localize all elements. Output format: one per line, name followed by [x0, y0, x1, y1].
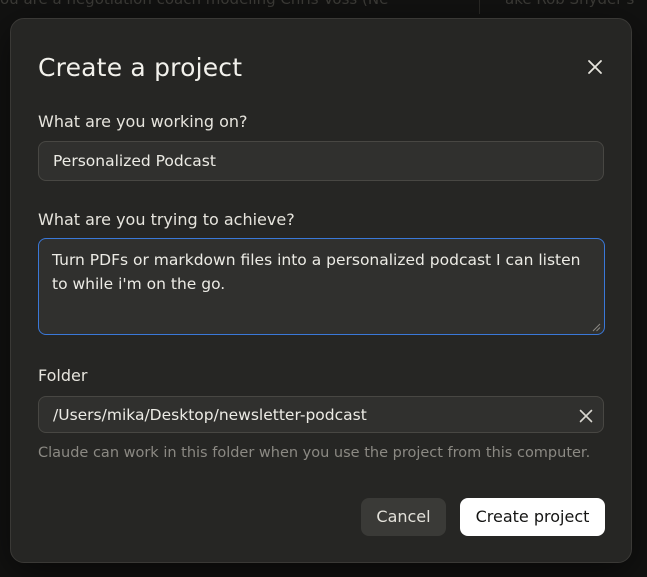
background-text-left: ou are a negotiation coach modeling Chri…	[0, 0, 388, 8]
achieve-textarea[interactable]: Turn PDFs or markdown files into a perso…	[38, 238, 605, 335]
working-on-label: What are you working on?	[38, 112, 248, 131]
clear-icon	[579, 409, 593, 423]
close-button[interactable]	[581, 53, 609, 81]
folder-hint: Claude can work in this folder when you …	[38, 445, 591, 461]
create-project-dialog: Create a project What are you working on…	[10, 18, 632, 563]
background-text-right: ake Rob Snyder's	[505, 0, 634, 8]
cancel-button[interactable]: Cancel	[361, 498, 446, 536]
achieve-label: What are you trying to achieve?	[38, 210, 295, 229]
dialog-title: Create a project	[38, 53, 243, 82]
folder-label: Folder	[38, 366, 88, 385]
resize-handle-icon[interactable]	[591, 322, 601, 332]
background-divider	[479, 0, 480, 14]
folder-path-input[interactable]	[38, 396, 604, 433]
create-project-button[interactable]: Create project	[460, 498, 605, 536]
clear-folder-button[interactable]	[575, 405, 597, 427]
working-on-input[interactable]	[38, 141, 604, 181]
close-icon	[588, 60, 602, 74]
